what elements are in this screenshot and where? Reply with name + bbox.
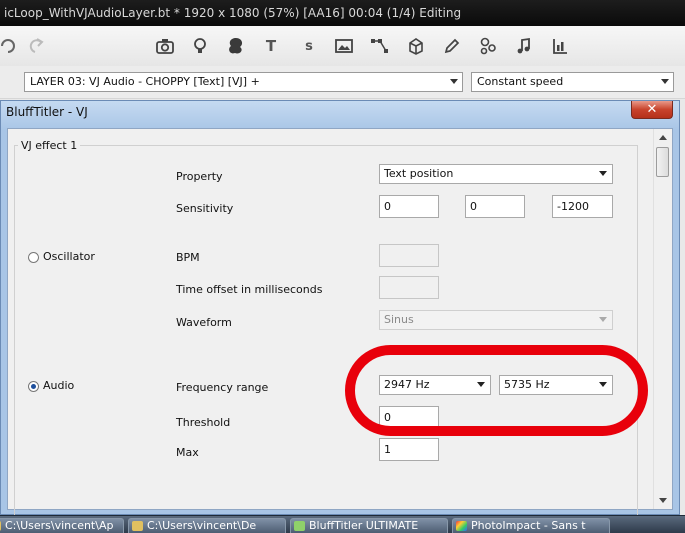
camera-icon[interactable]: [153, 34, 177, 58]
sensitivity-y-input[interactable]: 0: [465, 195, 525, 218]
main-toolbar: T s: [0, 26, 685, 67]
taskbar-item[interactable]: C:\Users\vincent\De: [128, 518, 286, 533]
symbol-tool-icon[interactable]: s: [297, 34, 321, 58]
waveform-select[interactable]: Sinus: [379, 310, 613, 330]
photoimpact-icon: [456, 521, 467, 531]
chevron-down-icon: [661, 79, 669, 84]
threshold-label: Threshold: [176, 416, 231, 429]
close-button[interactable]: ✕: [631, 101, 673, 119]
particles-icon[interactable]: [476, 34, 500, 58]
bpm-input[interactable]: [379, 244, 439, 267]
sensitivity-x-input[interactable]: 0: [379, 195, 439, 218]
scroll-down-icon[interactable]: [659, 498, 667, 503]
pencil-icon[interactable]: [440, 34, 464, 58]
undo-icon[interactable]: [0, 34, 20, 58]
vj-dialog: BluffTitler - VJ ✕ VJ effect 1 Property …: [0, 100, 680, 515]
taskbar: C:\Users\vincent\Ap C:\Users\vincent\De …: [0, 515, 685, 533]
frequency-range-label: Frequency range: [176, 381, 269, 394]
bpm-label: BPM: [176, 251, 200, 264]
scroll-thumb[interactable]: [656, 147, 669, 177]
app-title-bar: icLoop_WithVJAudioLayer.bt * 1920 x 1080…: [0, 0, 685, 26]
layer-select[interactable]: LAYER 03: VJ Audio - CHOPPY [Text] [VJ] …: [24, 72, 463, 92]
folder-icon: [0, 521, 1, 531]
blob-layer-icon[interactable]: [224, 34, 248, 58]
dialog-scrollbar[interactable]: [653, 129, 672, 509]
chart-layer-icon[interactable]: [548, 34, 572, 58]
dialog-body: VJ effect 1 Property Text position Sensi…: [7, 128, 673, 515]
time-offset-input[interactable]: [379, 276, 439, 299]
annotation-highlight-ellipse: [345, 345, 648, 436]
layer-selection-row: LAYER 03: VJ Audio - CHOPPY [Text] [VJ] …: [0, 66, 685, 99]
max-input[interactable]: 1: [379, 438, 439, 461]
dialog-title: BluffTitler - VJ: [6, 105, 88, 119]
sensitivity-z-input[interactable]: -1200: [552, 195, 613, 218]
path-nodes-icon[interactable]: [368, 34, 392, 58]
cube-icon[interactable]: [404, 34, 428, 58]
waveform-label: Waveform: [176, 316, 232, 329]
max-label: Max: [176, 446, 199, 459]
time-offset-label: Time offset in milliseconds: [176, 283, 323, 296]
audio-radio[interactable]: [28, 381, 39, 392]
light-bulb-icon[interactable]: [188, 34, 212, 58]
vj-effect-group: [14, 145, 638, 515]
folder-icon: [132, 521, 143, 531]
chevron-down-icon: [599, 171, 607, 176]
speed-select[interactable]: Constant speed: [471, 72, 674, 92]
sensitivity-label: Sensitivity: [176, 202, 234, 215]
chevron-down-icon: [599, 317, 607, 322]
chevron-down-icon: [450, 79, 458, 84]
audio-label: Audio: [43, 379, 75, 392]
taskbar-item[interactable]: C:\Users\vincent\Ap: [0, 518, 124, 533]
taskbar-item[interactable]: PhotoImpact - Sans t: [452, 518, 610, 533]
group-label: VJ effect 1: [18, 139, 81, 152]
blufftitler-icon: [294, 521, 305, 531]
property-select[interactable]: Text position: [379, 164, 613, 184]
picture-icon[interactable]: [332, 34, 356, 58]
property-label: Property: [176, 170, 223, 183]
music-note-icon[interactable]: [512, 34, 536, 58]
oscillator-radio[interactable]: [28, 252, 39, 263]
redo-icon[interactable]: [24, 34, 48, 58]
oscillator-label: Oscillator: [43, 250, 95, 263]
app-title: icLoop_WithVJAudioLayer.bt * 1920 x 1080…: [4, 6, 462, 20]
scroll-up-icon[interactable]: [659, 135, 667, 140]
taskbar-item[interactable]: BluffTitler ULTIMATE: [290, 518, 448, 533]
text-tool-icon[interactable]: T: [259, 34, 283, 58]
